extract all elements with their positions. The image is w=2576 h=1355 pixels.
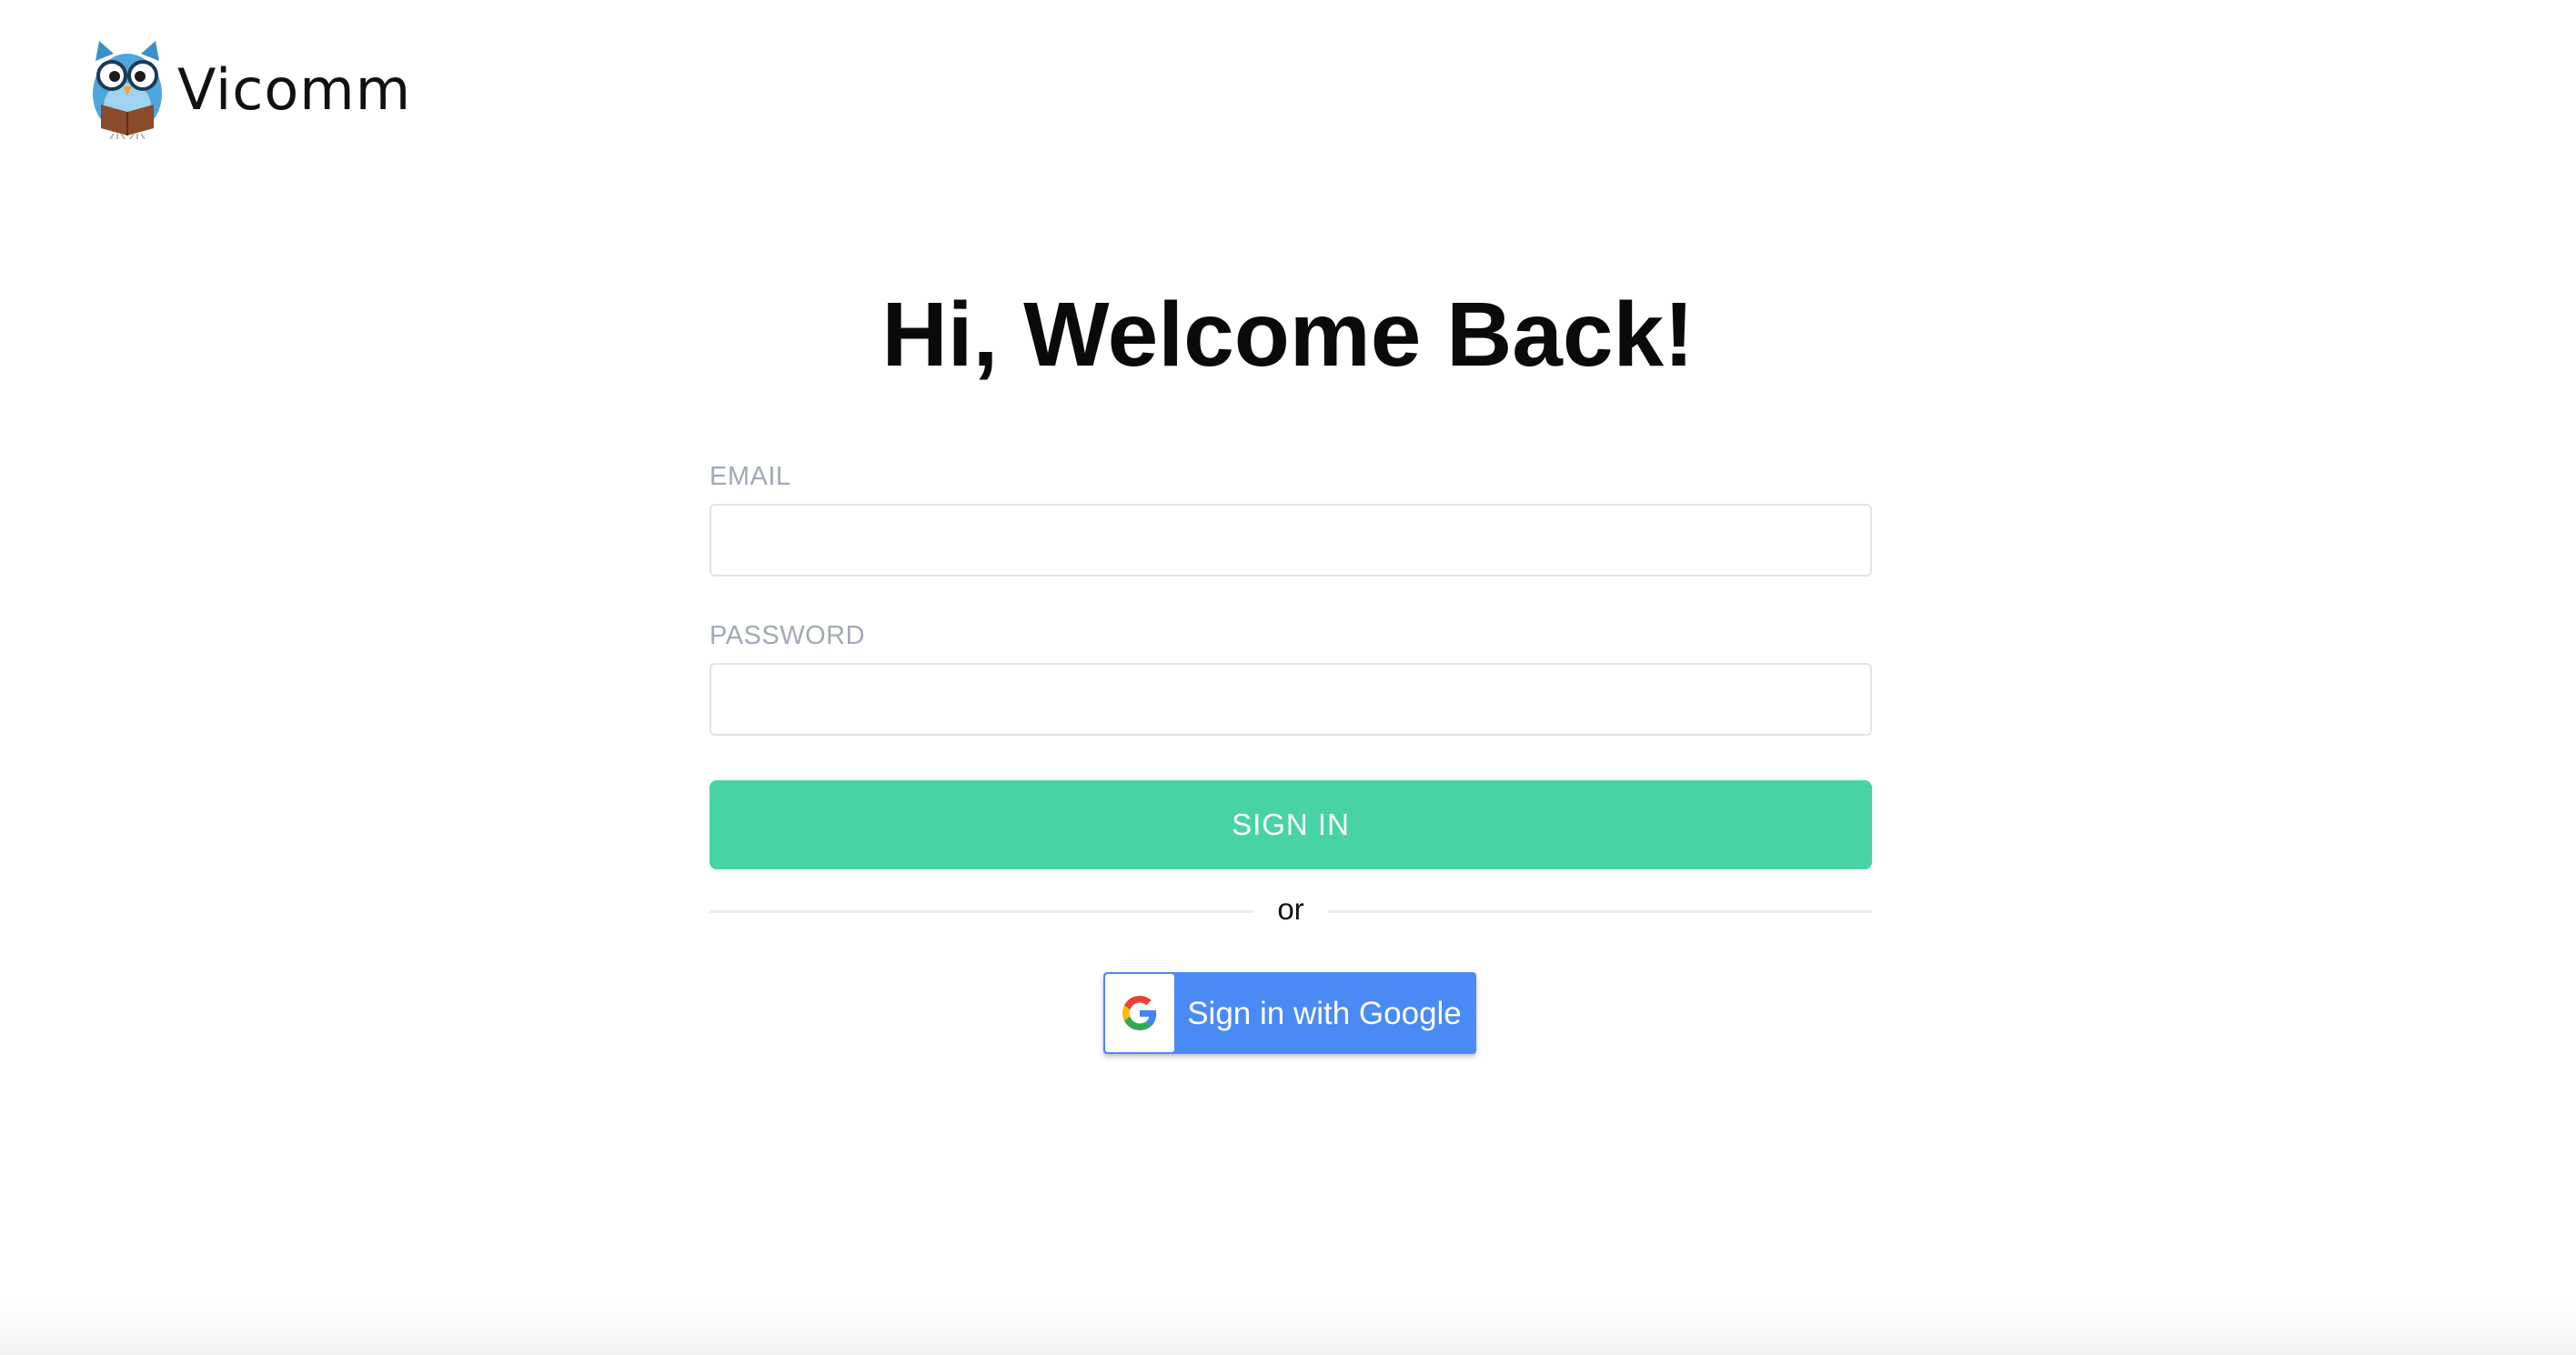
login-form: EMAIL PASSWORD SIGN IN or <box>709 461 1872 951</box>
login-page: Vicomm Hi, Welcome Back! EMAIL PASSWORD … <box>0 0 2576 1355</box>
password-field[interactable] <box>709 663 1872 736</box>
email-field[interactable] <box>709 504 1872 577</box>
or-divider: or <box>709 869 1872 951</box>
divider-text: or <box>1277 892 1304 926</box>
email-label: EMAIL <box>709 462 791 491</box>
page-title: Hi, Welcome Back! <box>881 284 1695 386</box>
divider-line-right <box>1328 910 1872 913</box>
google-sign-in-button[interactable]: Sign in with Google <box>1103 972 1476 1054</box>
owl-icon <box>90 41 165 139</box>
google-sign-in-label: Sign in with Google <box>1187 995 1462 1031</box>
brand-name: Vicomm <box>177 56 412 123</box>
google-g-icon <box>1105 974 1174 1052</box>
brand-logo[interactable]: Vicomm <box>90 41 411 139</box>
password-label: PASSWORD <box>709 621 866 650</box>
bottom-fade <box>0 1300 2576 1355</box>
sign-in-button[interactable]: SIGN IN <box>709 780 1872 869</box>
